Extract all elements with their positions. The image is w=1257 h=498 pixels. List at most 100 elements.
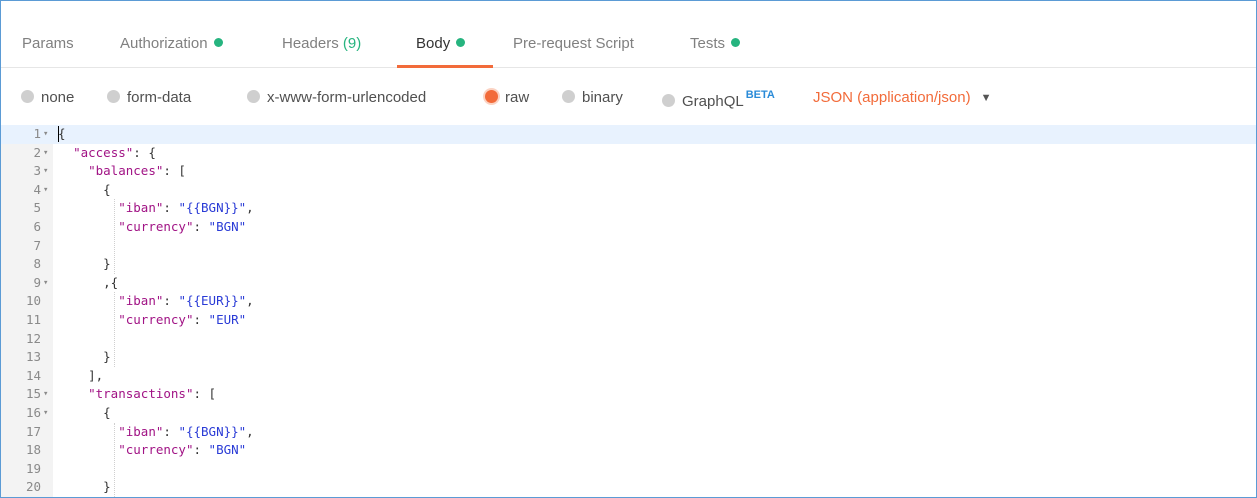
line-number: 11 <box>25 312 41 327</box>
code-line: 5 "iban": "{{BGN}}", <box>1 199 1256 218</box>
radio-none[interactable]: none <box>21 89 74 106</box>
code-line: 8 } <box>1 255 1256 274</box>
radio-form-data[interactable]: form-data <box>107 89 191 106</box>
code-text: } <box>58 479 111 495</box>
body-editor-panel: Params Authorization Headers (9) Body Pr… <box>0 0 1257 498</box>
line-number: 1 <box>33 126 41 141</box>
code-line: 4 ▾ { <box>1 181 1256 200</box>
caret-down-icon: ▼ <box>980 92 992 104</box>
radio-raw[interactable]: raw <box>485 89 529 106</box>
radio-binary[interactable]: binary <box>562 89 623 106</box>
code-editor[interactable]: 1 ▾{2 ▾ "access": {3 ▾ "balances": [4 ▾ {5 "… <box>1 125 1256 497</box>
tab-pre-request-script[interactable]: Pre-request Script <box>513 35 634 52</box>
tab-label: Headers <box>282 35 339 52</box>
code-line: 12 <box>1 330 1256 349</box>
fold-toggle-icon[interactable]: ▾ <box>43 385 53 404</box>
line-number: 5 <box>33 200 41 216</box>
code-line: 6 "currency": "BGN" <box>1 218 1256 237</box>
radio-label: none <box>41 89 75 106</box>
code-line: 13 } <box>1 348 1256 367</box>
code-text: "transactions": [ <box>88 386 217 402</box>
tab-label: Body <box>416 35 451 52</box>
radio-label: binary <box>582 89 623 106</box>
code-line: 3 ▾ "balances": [ <box>1 162 1256 181</box>
line-number: 9 <box>33 274 41 290</box>
code-line: 16 ▾ { <box>1 404 1256 423</box>
beta-badge: BETA <box>745 89 775 101</box>
tab-authorization[interactable]: Authorization <box>120 35 223 52</box>
line-number: 8 <box>33 256 41 272</box>
code-line: 19 <box>1 460 1256 479</box>
headers-count-badge: (9) <box>342 35 362 52</box>
code-text: "iban": "{{BGN}}", <box>118 200 254 216</box>
tab-label: Pre-request Script <box>513 35 634 52</box>
line-number: 7 <box>33 237 41 253</box>
line-number: 4 <box>33 181 41 197</box>
radio-label: raw <box>505 89 530 106</box>
code-line: 10 "iban": "{{EUR}}", <box>1 292 1256 311</box>
radio-graphql[interactable]: GraphQL BETA <box>662 89 775 110</box>
line-number: 12 <box>25 330 41 346</box>
fold-toggle-icon[interactable]: ▾ <box>43 181 53 200</box>
line-number: 13 <box>25 349 41 365</box>
line-number: 20 <box>25 479 41 495</box>
code-text: ], <box>58 367 104 383</box>
code-line: 9 ▾ ,{ <box>1 274 1256 293</box>
content-type-label: JSON (application/json) <box>813 89 971 106</box>
radio-circle-icon <box>562 90 575 103</box>
code-text: { <box>58 405 111 420</box>
content-type-dropdown[interactable]: JSON (application/json) ▼ <box>813 89 991 106</box>
code-line: 7 <box>1 237 1256 256</box>
tab-params[interactable]: Params <box>22 35 74 52</box>
indent-guide <box>114 199 115 274</box>
fold-toggle-icon[interactable]: ▾ <box>43 144 53 163</box>
radio-circle-icon <box>662 94 675 107</box>
status-dot-icon <box>731 38 741 47</box>
line-number: 2 <box>33 144 41 160</box>
radio-label: x-www-form-urlencoded <box>267 89 427 106</box>
code-text: } <box>58 256 111 272</box>
line-number: 18 <box>25 442 41 458</box>
fold-toggle-icon[interactable]: ▾ <box>43 274 53 293</box>
code-text: "currency": "EUR" <box>118 312 247 327</box>
tab-headers[interactable]: Headers (9) <box>282 35 361 52</box>
code-line: 14 ], <box>1 367 1256 386</box>
tab-body[interactable]: Body <box>416 35 466 52</box>
code-text: "access": { <box>73 144 156 160</box>
tab-label: Params <box>22 35 74 52</box>
code-line: 11 "currency": "EUR" <box>1 311 1256 330</box>
radio-circle-icon <box>107 90 120 103</box>
radio-circle-icon <box>247 90 260 103</box>
request-tabs: Params Authorization Headers (9) Body Pr… <box>1 1 1256 68</box>
line-number: 16 <box>25 405 41 420</box>
indent-guide <box>114 422 115 497</box>
radio-x-www-form-urlencoded[interactable]: x-www-form-urlencoded <box>247 89 426 106</box>
code-line: 18 "currency": "BGN" <box>1 441 1256 460</box>
tab-label: Tests <box>690 35 726 52</box>
status-dot-icon <box>456 38 466 47</box>
indent-guide <box>114 292 115 367</box>
tab-label: Authorization <box>120 35 208 52</box>
code-text: "currency": "BGN" <box>118 442 247 458</box>
line-number: 14 <box>25 367 41 383</box>
fold-toggle-icon[interactable]: ▾ <box>43 404 53 423</box>
code-text: "iban": "{{BGN}}", <box>118 423 254 439</box>
code-text: { <box>58 126 66 141</box>
body-type-selector: none form-data x-www-form-urlencoded raw… <box>1 69 1256 125</box>
line-number: 6 <box>33 219 41 234</box>
code-text: { <box>58 181 111 197</box>
text-cursor <box>58 126 59 142</box>
code-text: "balances": [ <box>88 163 186 179</box>
tab-tests[interactable]: Tests <box>690 35 741 52</box>
fold-toggle-icon[interactable]: ▾ <box>43 162 53 181</box>
line-number: 19 <box>25 460 41 476</box>
code-text: "currency": "BGN" <box>118 219 247 234</box>
line-number: 3 <box>33 163 41 179</box>
radio-circle-icon <box>21 90 34 103</box>
radio-selected-icon <box>485 90 498 103</box>
radio-label: form-data <box>127 89 192 106</box>
code-line: 1 ▾ { <box>1 125 1256 144</box>
radio-label: GraphQL <box>682 93 744 110</box>
code-line: 2 ▾ "access": { <box>1 144 1256 163</box>
fold-toggle-icon[interactable]: ▾ <box>43 125 53 144</box>
